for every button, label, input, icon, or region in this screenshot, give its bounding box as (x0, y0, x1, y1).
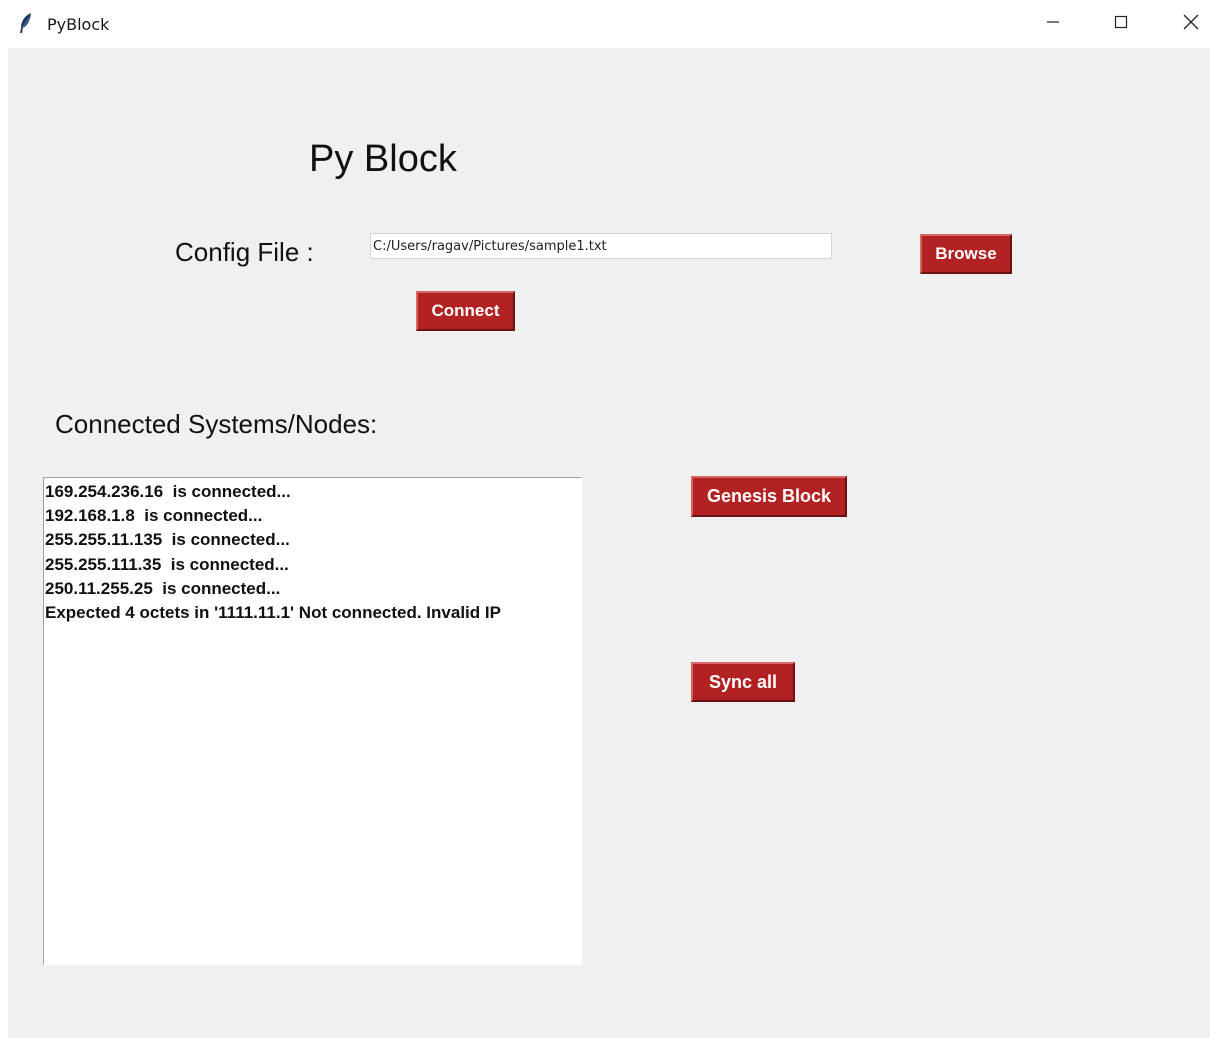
connected-nodes-textbox[interactable]: 169.254.236.16 is connected... 192.168.1… (43, 477, 582, 965)
close-icon (1183, 14, 1199, 35)
genesis-block-button[interactable]: Genesis Block (691, 476, 847, 517)
config-file-input[interactable] (370, 233, 832, 259)
title-bar[interactable]: PyBlock (0, 0, 1210, 48)
main-panel: Py Block Config File : Browse Connect Co… (8, 48, 1210, 1038)
node-status-line: 255.255.11.135 is connected... (45, 530, 290, 550)
page-title: Py Block (309, 138, 457, 180)
connected-nodes-label: Connected Systems/Nodes: (55, 409, 378, 439)
maximize-icon (1114, 15, 1128, 34)
browse-button[interactable]: Browse (920, 234, 1012, 274)
node-status-line: 255.255.111.35 is connected... (45, 554, 289, 574)
maximize-button[interactable] (1098, 6, 1144, 42)
sync-all-button[interactable]: Sync all (691, 662, 795, 702)
minimize-icon (1046, 15, 1060, 34)
node-status-line: 169.254.236.16 is connected... (45, 482, 291, 501)
window-title: PyBlock (47, 15, 110, 34)
config-file-label: Config File : (175, 237, 314, 267)
feather-icon (18, 12, 34, 34)
connect-button[interactable]: Connect (416, 291, 515, 331)
node-error-line: Expected 4 octets in '1111.11.1' Not con… (45, 603, 501, 623)
minimize-button[interactable] (1030, 6, 1076, 42)
app-window: PyBlock Py Block Config File : Browse Co… (0, 0, 1210, 1038)
close-button[interactable] (1168, 6, 1210, 42)
node-status-line: 250.11.255.25 is connected... (45, 578, 281, 598)
node-status-line: 192.168.1.8 is connected... (45, 506, 263, 526)
